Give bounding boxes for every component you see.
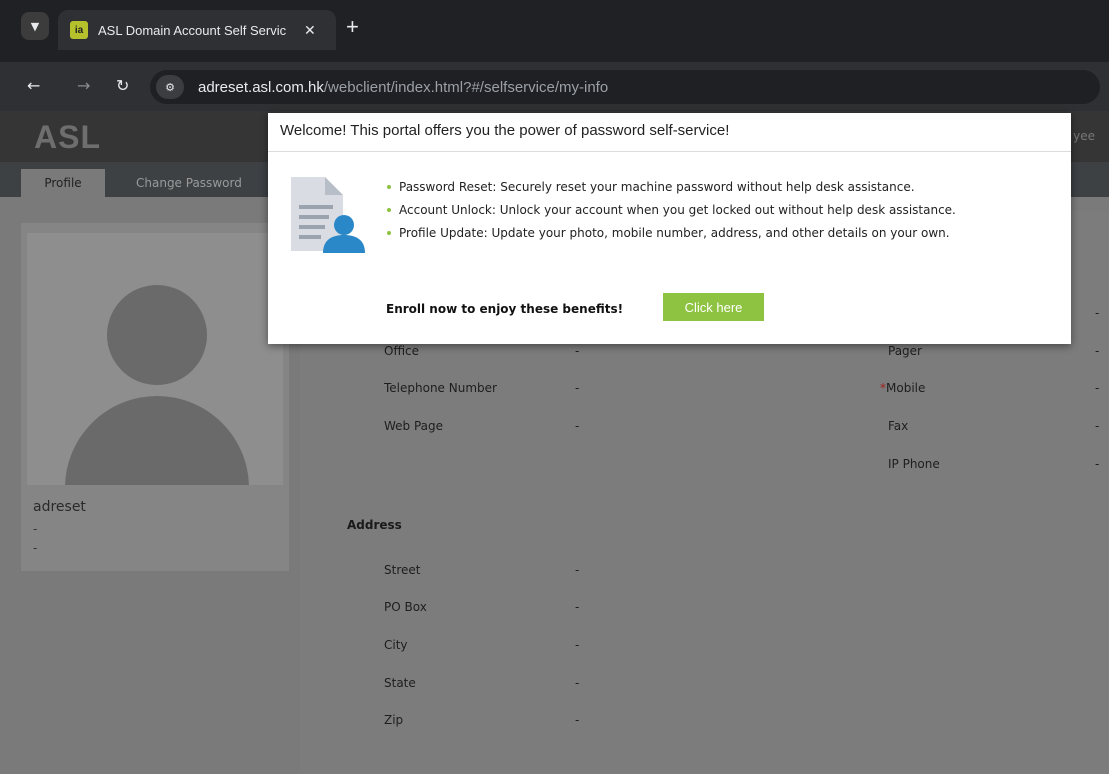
document-user-icon [291, 177, 365, 253]
avatar-body-shape [65, 396, 249, 485]
site-settings-icon[interactable]: ⚙ [156, 75, 184, 99]
close-icon[interactable]: ✕ [304, 22, 316, 39]
profile-line-3: - [33, 541, 38, 555]
field-label-office: Office [384, 344, 420, 358]
profile-line-2: - [33, 522, 38, 536]
field-value-fax: - [1095, 419, 1100, 433]
field-value-web-page: - [575, 419, 580, 433]
profile-card: adreset - - [21, 223, 289, 571]
field-value-city: - [575, 638, 580, 652]
field-label-pager: Pager [888, 344, 922, 358]
field-label-telephone: Telephone Number [384, 381, 497, 395]
field-label-state: State [384, 676, 416, 690]
field-label-mobile-text: Mobile [886, 381, 926, 395]
benefit-account-unlock: Account Unlock: Unlock your account when… [385, 203, 956, 226]
browser-tab[interactable]: ia ASL Domain Account Self Servic ✕ [58, 10, 336, 50]
avatar[interactable] [27, 233, 283, 485]
field-value-state: - [575, 676, 580, 690]
url-text: adreset.asl.com.hk/webclient/index.html?… [198, 79, 608, 96]
field-label-ip-phone: IP Phone [888, 457, 940, 471]
browser-tab-bar: ▼ ia ASL Domain Account Self Servic ✕ + [0, 0, 1109, 62]
reload-icon[interactable]: ↻ [116, 76, 129, 95]
back-icon[interactable]: ← [27, 76, 40, 95]
logo: ASL [34, 119, 101, 155]
field-label-fax: Fax [888, 419, 909, 433]
click-here-button[interactable]: Click here [663, 293, 764, 321]
benefit-profile-update: Profile Update: Update your photo, mobil… [385, 226, 956, 249]
tab-search-button[interactable]: ▼ [21, 12, 49, 40]
plus-icon[interactable]: + [346, 14, 359, 40]
field-value-ip-phone: - [1095, 457, 1100, 471]
tab-change-password[interactable]: Change Password [136, 169, 242, 197]
url-path: /webclient/index.html?#/selfservice/my-i… [323, 78, 609, 96]
field-value-zip: - [575, 713, 580, 727]
field-label-mobile: *Mobile [880, 381, 925, 395]
site-favicon: ia [70, 21, 88, 39]
field-value-po-box: - [575, 600, 580, 614]
modal-title: Welcome! This portal offers you the powe… [280, 122, 730, 139]
field-value-hidden: - [1095, 306, 1100, 320]
profile-username: adreset [33, 499, 86, 515]
field-value-pager: - [1095, 344, 1100, 358]
enroll-text: Enroll now to enjoy these benefits! [386, 302, 624, 316]
field-label-web-page: Web Page [384, 419, 444, 433]
address-section-title: Address [347, 518, 402, 532]
avatar-head-shape [107, 285, 207, 385]
benefit-password-reset: Password Reset: Securely reset your mach… [385, 180, 956, 203]
url-input[interactable]: ⚙ adreset.asl.com.hk/webclient/index.htm… [150, 70, 1100, 104]
field-value-telephone: - [575, 381, 580, 395]
forward-icon[interactable]: → [77, 76, 90, 95]
chevron-down-icon: ▼ [30, 19, 40, 33]
modal-divider [268, 151, 1071, 152]
field-label-city: City [384, 638, 408, 652]
field-label-po-box: PO Box [384, 600, 427, 614]
field-value-street: - [575, 563, 580, 577]
field-value-office: - [575, 344, 580, 358]
benefit-list: Password Reset: Securely reset your mach… [385, 180, 956, 249]
field-value-mobile: - [1095, 381, 1100, 395]
tab-profile[interactable]: Profile [21, 169, 105, 197]
url-host: adreset.asl.com.hk [198, 78, 324, 96]
field-label-zip: Zip [384, 713, 404, 727]
header-user-fragment: yee [1073, 129, 1095, 143]
field-label-street: Street [384, 563, 421, 577]
tab-title: ASL Domain Account Self Servic [98, 22, 287, 38]
welcome-modal: Welcome! This portal offers you the powe… [268, 113, 1071, 344]
